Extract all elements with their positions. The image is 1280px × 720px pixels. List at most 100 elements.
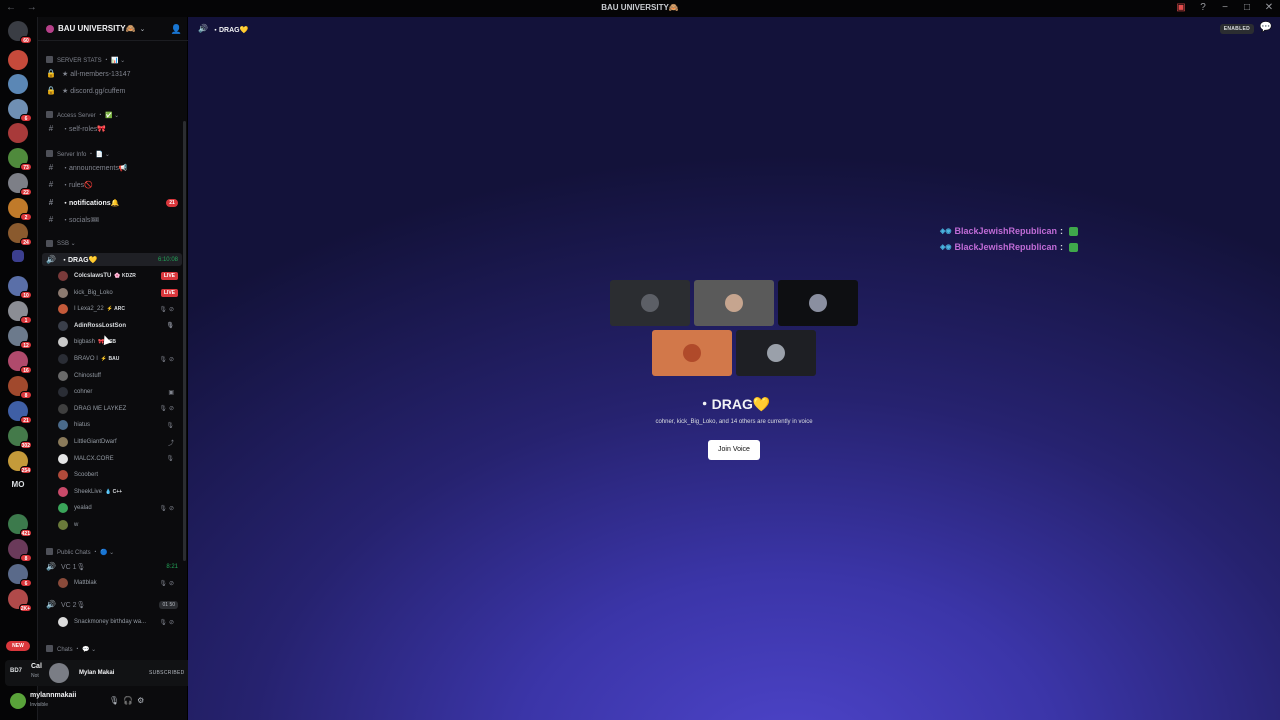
microphone-icon[interactable]: 🎙 <box>109 696 119 705</box>
voice-user-mattblak[interactable]: Mattblak 🎙⊘ <box>58 576 182 590</box>
server-icon[interactable]: 24 <box>8 223 32 246</box>
voice-user[interactable]: bigbash 🎀 SSB <box>58 335 182 349</box>
voice-user[interactable]: Chinostuff <box>58 369 182 383</box>
voice-user[interactable]: SheekLive 💧 C++ <box>58 485 182 499</box>
voice-channel-vc1[interactable]: 🔊 VC 1🎙 8:21 <box>42 560 182 573</box>
participant-tile[interactable] <box>778 280 858 326</box>
voice-channel-vc2[interactable]: 🔊 VC 2🎙 01 50 <box>42 598 182 611</box>
voice-user[interactable]: AdinRossLostSon 🎙 <box>58 319 182 333</box>
voice-user[interactable]: w <box>58 518 182 532</box>
voice-user[interactable]: MALCX.CORE 🎙 <box>58 452 182 466</box>
server-badge: 16 <box>20 366 32 374</box>
voice-user[interactable]: CoIcsIawsTU 🌸 KDZR LIVE <box>58 269 182 283</box>
server-icon[interactable]: 22 <box>8 173 32 196</box>
server-icon[interactable]: 2K+ <box>8 589 32 612</box>
avatar <box>58 337 68 348</box>
voice-status-icons: 🎙 <box>166 456 176 463</box>
server-icon[interactable]: 8 <box>8 539 32 562</box>
category-chats[interactable]: Chats ・ 💬 ⌄ <box>42 642 182 655</box>
category-header[interactable]: SSB ⌄ <box>42 237 182 250</box>
chat-icon[interactable]: 💬 <box>1260 22 1272 33</box>
avatar[interactable] <box>10 693 26 709</box>
inbox-icon[interactable]: ▣ <box>1176 2 1186 13</box>
participant-tile[interactable] <box>610 280 690 326</box>
category-header[interactable]: SERVER STATS ・ 📊 ⌄ <box>42 53 182 66</box>
locked-channel[interactable]: 🔒 ★ all-members-13147 <box>42 67 182 80</box>
voice-user-snackmoney[interactable]: Snackmoney birthday wa... 🎙⊘ <box>58 615 182 629</box>
close-button[interactable]: ✕ <box>1264 2 1274 13</box>
server-icon[interactable]: 302 <box>8 426 32 449</box>
server-icon[interactable]: 12 <box>8 326 32 349</box>
server-mo[interactable]: MO <box>8 480 28 489</box>
new-badge[interactable]: NEW <box>6 641 30 651</box>
channel-label: ・notifications🔔 <box>62 199 120 207</box>
server-icon[interactable] <box>8 74 28 94</box>
server-icon[interactable]: 6 <box>8 564 32 587</box>
voice-user-name: MALCX.CORE <box>74 455 114 462</box>
server-icon[interactable] <box>8 123 28 143</box>
chat-author[interactable]: BlackJewishRepublican <box>955 226 1058 236</box>
chat-author[interactable]: BlackJewishRepublican <box>955 242 1058 252</box>
join-voice-button[interactable]: Join Voice <box>708 440 760 460</box>
text-channel[interactable]: # ・socials🎟 <box>42 213 182 226</box>
user-controls: 🎙 🎧 ⚙ <box>109 696 144 705</box>
server-icon[interactable]: 16 <box>8 351 32 374</box>
category-header[interactable]: Access Server ・ ✅ ⌄ <box>42 108 182 121</box>
server-icon[interactable]: 8 <box>8 376 32 399</box>
participant-tile[interactable] <box>652 330 732 376</box>
participant-tile[interactable] <box>694 280 774 326</box>
user-badges-icon: ◈◉ <box>940 244 952 251</box>
enabled-badge[interactable]: ENABLED <box>1219 24 1254 34</box>
server-icon[interactable] <box>8 50 28 70</box>
subscribed-label: SUBSCRIBED <box>149 670 185 676</box>
locked-channel[interactable]: 🔒 ★ discord.gg/cuffem <box>42 84 182 97</box>
voice-channel-drag[interactable]: 🔊 ・DRAG💛 6:10:08 <box>42 253 182 266</box>
text-channel[interactable]: # ・notifications🔔 21 <box>42 196 182 209</box>
home-button[interactable]: 60 <box>8 21 32 44</box>
category-label: Access Server ・ ✅ ⌄ <box>57 113 120 119</box>
category-header[interactable]: Server Info ・ 📄 ⌄ <box>42 147 182 160</box>
voice-user-name: CoIcsIawsTU <box>74 273 112 279</box>
category-icon <box>46 150 53 157</box>
voice-user[interactable]: I Lexa2_22 ⚡ ARC 🎙⊘ <box>58 302 182 316</box>
voice-user[interactable]: LittleGiantDwarf ⤴ <box>58 435 182 449</box>
gear-icon[interactable]: ⚙ <box>137 696 144 705</box>
voice-user[interactable]: yealad 🎙⊘ <box>58 501 182 515</box>
server-icon[interactable]: 254 <box>8 451 32 474</box>
voice-user[interactable]: DRAG ME LAYKEZ 🎙⊘ <box>58 402 182 416</box>
server-icon[interactable]: 2 <box>8 198 32 221</box>
category-public-chats[interactable]: Public Chats ・ 🔵 ⌄ <box>42 545 182 558</box>
window-controls: ▣ ? − □ ✕ <box>1176 2 1274 13</box>
avatar <box>49 663 69 683</box>
server-icon[interactable]: 73 <box>8 148 32 171</box>
server-icon[interactable]: 6 <box>8 99 32 122</box>
help-icon[interactable]: ? <box>1198 2 1208 13</box>
sidebar-scrollbar[interactable] <box>183 121 186 561</box>
server-icon[interactable]: 421 <box>8 514 32 537</box>
voice-user[interactable]: cohner ▣ <box>58 385 182 399</box>
voice-user[interactable]: kick_Big_Loko LIVE <box>58 286 182 300</box>
headphones-icon[interactable]: 🎧 <box>123 696 133 705</box>
text-channel[interactable]: # ・self-roles🎀 <box>42 122 182 135</box>
add-member-icon[interactable]: 👤 <box>171 24 182 35</box>
voice-user[interactable]: BRAVO I ⚡ BAU 🎙⊘ <box>58 352 182 366</box>
subscription-toast[interactable]: BD7 Cal Not Mylan Makai SUBSCRIBED 🔔 <box>5 660 215 686</box>
server-icon[interactable]: 21 <box>8 401 32 424</box>
participant-tile[interactable] <box>736 330 816 376</box>
avatar <box>58 617 68 627</box>
user-badges-icon: ◈◉ <box>940 228 952 235</box>
voice-timer: 6:10:08 <box>157 256 178 263</box>
server-icon[interactable]: 10 <box>8 276 32 299</box>
guild-header[interactable]: BAU UNIVERSITY🙈 ⌄ 👤 <box>38 17 188 41</box>
text-channel[interactable]: # ・rules🚫 <box>42 178 182 191</box>
voice-user-name: cohner <box>74 389 93 396</box>
voice-user[interactable]: hiatus 🎙 <box>58 418 182 432</box>
server-icon[interactable] <box>12 250 24 262</box>
text-channel[interactable]: # ・announcements📢 <box>42 161 182 174</box>
voice-user[interactable]: Scoobert <box>58 468 182 482</box>
maximize-button[interactable]: □ <box>1242 2 1252 13</box>
server-icon[interactable]: 1 <box>8 301 32 324</box>
avatar <box>58 304 68 315</box>
minimize-button[interactable]: − <box>1220 2 1230 13</box>
server-badge: 10 <box>20 291 32 299</box>
